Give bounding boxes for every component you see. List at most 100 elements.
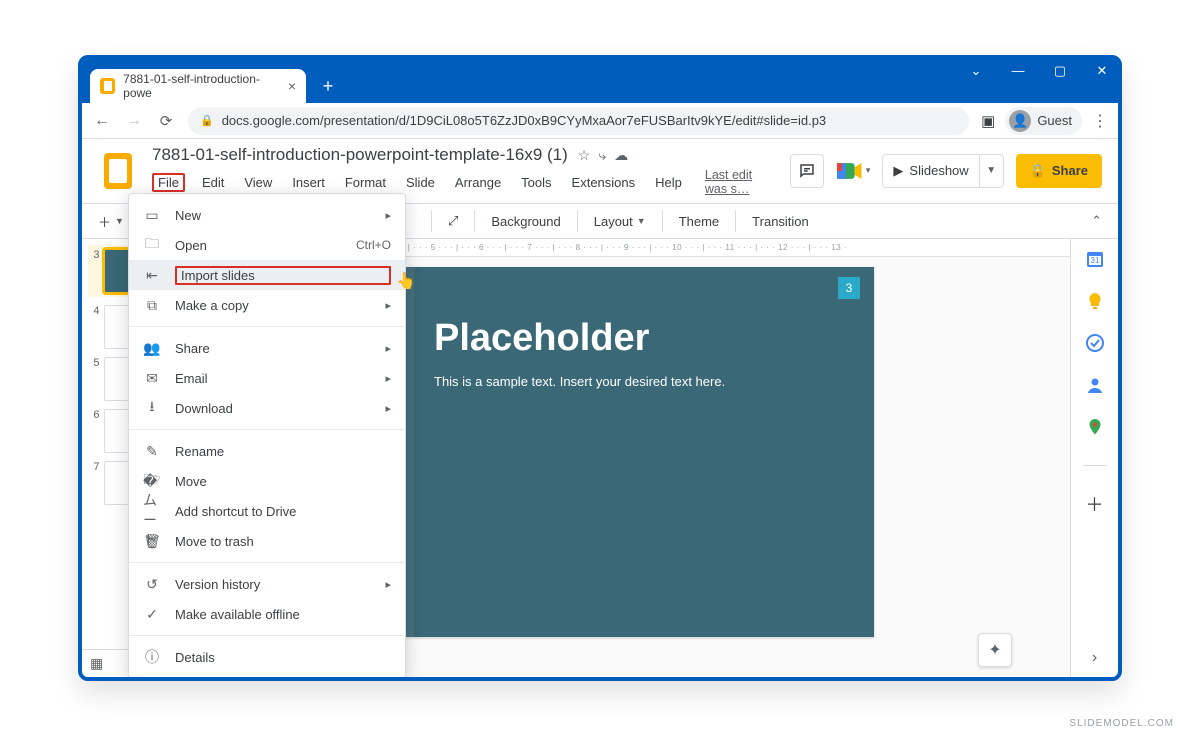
browser-tab[interactable]: 7881-01-self-introduction-powe × [90,69,306,103]
submenu-arrow-icon: ▸ [385,402,391,415]
browser-window: 7881-01-self-introduction-powe × + ⌄ — ▢… [78,55,1122,681]
maps-icon[interactable] [1085,417,1105,437]
share-button[interactable]: 🔒 Share [1016,154,1102,188]
menu-arrange[interactable]: Arrange [452,173,504,192]
file-menu-rename[interactable]: ✎Rename [129,436,405,466]
submenu-arrow-icon: ▸ [385,372,391,385]
trash-icon: 🗑 [143,533,161,550]
document-title[interactable]: 7881-01-self-introduction-powerpoint-tem… [152,145,568,165]
meet-button[interactable]: ▾ [836,154,870,188]
new-slide-button[interactable]: ＋▼ [92,208,130,235]
svg-text:31: 31 [1090,256,1099,265]
file-menu-trash[interactable]: 🗑Move to trash [129,526,405,556]
file-menu-new[interactable]: ▭New▸ [129,200,405,230]
placeholder-subtitle[interactable]: This is a sample text. Insert your desir… [434,374,854,389]
submenu-arrow-icon: ▸ [385,578,391,591]
profile-chip[interactable]: 👤 Guest [1005,107,1082,135]
calendar-icon[interactable]: 31 [1085,249,1105,269]
file-menu-move[interactable]: 🗁Move [129,466,405,496]
placeholder-title[interactable]: Placeholder [434,317,854,360]
transition-button[interactable]: Transition [746,210,815,233]
star-icon[interactable]: ☆ [578,147,591,164]
reload-icon[interactable]: ⟳ [156,112,176,130]
lock-icon: 🔒 [1030,163,1046,179]
avatar-icon: 👤 [1009,110,1031,132]
new-slide-icon: ▭ [143,207,161,224]
kebab-menu-icon[interactable]: ⋮ [1092,111,1108,131]
menu-insert[interactable]: Insert [289,173,328,192]
move-folder-icon[interactable]: ⤷ [598,147,606,164]
file-menu-add-shortcut[interactable]: �ムートAdd shortcut to Drive [129,496,405,526]
submenu-arrow-icon: ▸ [385,209,391,222]
rename-icon: ✎ [143,443,161,460]
lock-icon: 🔒 [200,114,214,127]
url-input[interactable]: 🔒 docs.google.com/presentation/d/1D9CiL0… [188,107,969,135]
slideshow-caret[interactable]: ▼ [979,155,1003,187]
new-tab-button[interactable]: + [314,72,342,100]
browser-address-bar: ← → ⟳ 🔒 docs.google.com/presentation/d/1… [82,103,1118,139]
background-button[interactable]: Background [485,210,566,233]
file-menu-make-copy[interactable]: ⧉Make a copy▸ [129,290,405,320]
slideshow-button[interactable]: ▶ Slideshow ▼ [882,154,1003,188]
close-window-icon[interactable]: ✕ [1092,63,1112,79]
share-label: Share [1052,163,1088,178]
reading-list-icon[interactable]: ▣ [981,112,995,130]
import-icon: ⇤ [143,267,161,284]
tasks-icon[interactable] [1085,333,1105,353]
menu-view[interactable]: View [241,173,275,192]
menu-edit[interactable]: Edit [199,173,227,192]
file-menu-version-history[interactable]: ↺Version history▸ [129,569,405,599]
collapse-rail-icon[interactable]: › [1092,649,1097,667]
profile-label: Guest [1037,113,1072,128]
forward-icon[interactable]: → [124,112,144,130]
close-tab-icon[interactable]: × [288,78,296,94]
keep-icon[interactable] [1085,291,1105,311]
slide-right-panel: Placeholder This is a sample text. Inser… [434,317,854,389]
fit-button[interactable]: ⤢ [442,209,464,233]
maximize-icon[interactable]: ▢ [1050,63,1070,79]
file-menu-share[interactable]: 👥Share▸ [129,333,405,363]
file-menu-open[interactable]: 🗀OpenCtrl+O [129,230,405,260]
menu-extensions[interactable]: Extensions [569,173,639,192]
cloud-status-icon[interactable]: ☁ [614,147,628,164]
url-text: docs.google.com/presentation/d/1D9CiL08o… [222,113,826,128]
slideshow-label: Slideshow [909,163,968,178]
window-controls: ⌄ — ▢ ✕ [966,63,1112,79]
tab-title: 7881-01-self-introduction-powe [123,72,280,100]
last-edit-link[interactable]: Last edit was s… [705,168,777,196]
menu-format[interactable]: Format [342,173,389,192]
menu-file[interactable]: File [152,173,185,192]
watermark: SLIDEMODEL.COM [1069,718,1174,729]
back-icon[interactable]: ← [92,112,112,130]
contacts-icon[interactable] [1085,375,1105,395]
menu-help[interactable]: Help [652,173,685,192]
file-menu-dropdown: ▭New▸ 🗀OpenCtrl+O ⇤Import slides ⧉Make a… [128,193,406,679]
menu-slide[interactable]: Slide [403,173,438,192]
slide-number-badge: 3 [838,277,860,299]
slides-logo[interactable] [98,151,138,191]
layout-button[interactable]: Layout▼ [588,210,652,233]
comment-history-button[interactable] [790,154,824,188]
chevron-down-icon[interactable]: ⌄ [966,63,986,79]
copy-icon: ⧉ [143,297,161,314]
file-menu-import-slides[interactable]: ⇤Import slides [129,260,405,290]
submenu-arrow-icon: ▸ [385,342,391,355]
file-menu-download[interactable]: ⭳Download▸ [129,393,405,423]
file-menu-details[interactable]: ⓘDetails [129,642,405,672]
play-icon: ▶ [893,163,903,179]
explore-button[interactable]: ✦ [978,633,1012,667]
file-menu-email[interactable]: ✉Email▸ [129,363,405,393]
theme-button[interactable]: Theme [673,210,725,233]
grid-view-icon[interactable]: ▦ [90,655,103,672]
file-menu-offline[interactable]: ✓Make available offline [129,599,405,629]
minimize-icon[interactable]: — [1008,63,1028,79]
menu-tools[interactable]: Tools [518,173,554,192]
offline-icon: ✓ [143,606,161,623]
email-icon: ✉ [143,370,161,387]
side-panel: 31 ＋ › [1070,239,1118,677]
collapse-toolbar-icon[interactable]: ⌃ [1091,213,1108,229]
folder-icon: 🗀 [143,233,161,257]
menu-bar: File Edit View Insert Format Slide Arran… [152,168,776,196]
history-icon: ↺ [143,576,161,593]
add-addon-icon[interactable]: ＋ [1085,494,1105,514]
